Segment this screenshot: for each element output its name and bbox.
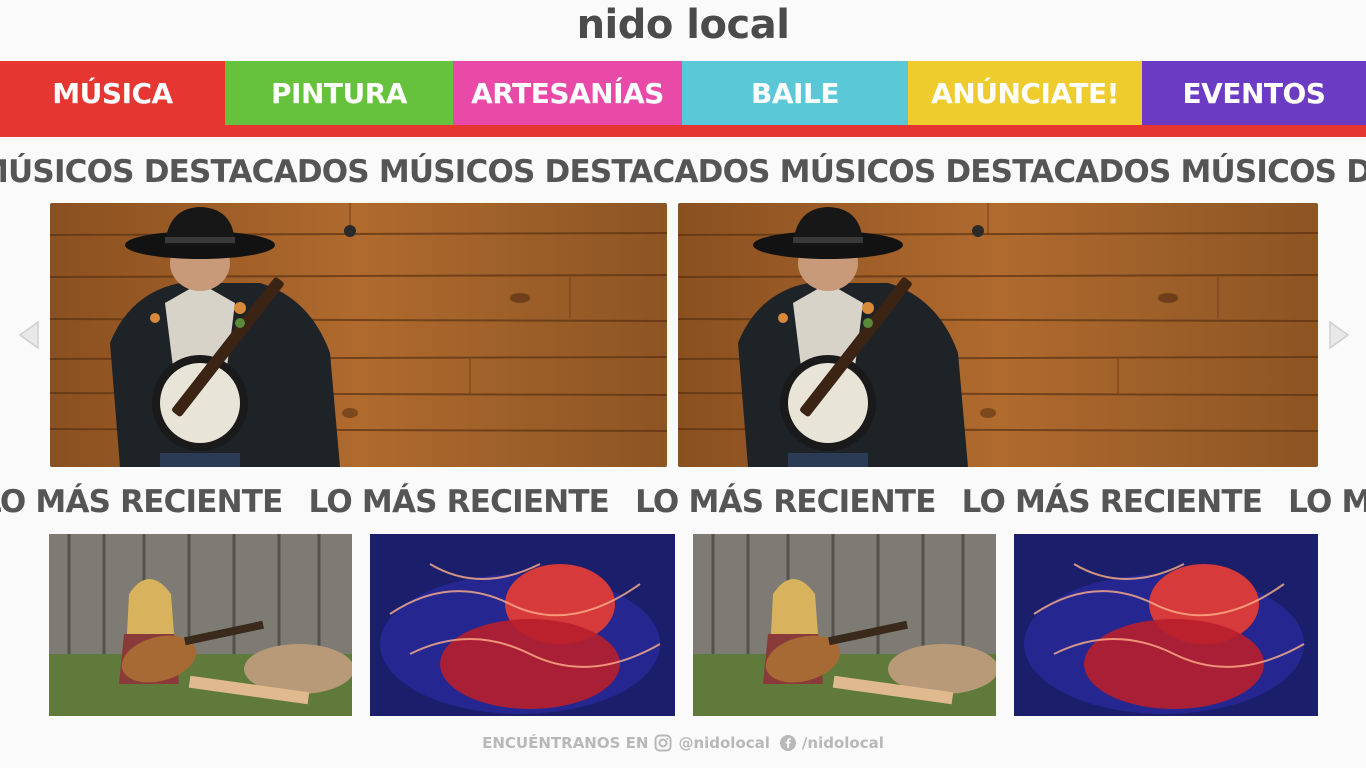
- recent-item-red-light-portrait[interactable]: [370, 534, 675, 716]
- featured-heading: MÚSICOS DESTACADOS: [779, 154, 1181, 190]
- carousel-next-button[interactable]: [1324, 320, 1352, 350]
- recent-heading: LO MÁS RECIENTE: [308, 484, 610, 520]
- recent-item-red-light-portrait[interactable]: [1014, 534, 1318, 716]
- site-title[interactable]: nido local: [0, 0, 1366, 50]
- red-light-portrait-image: [370, 534, 675, 716]
- main-nav: MÚSICA PINTURA ARTESANÍAS BAILE ANÚNCIAT…: [0, 61, 1366, 137]
- featured-slide-banjo-player[interactable]: [678, 203, 1318, 467]
- nav-item-anunciate[interactable]: ANÚNCIATE!: [908, 61, 1142, 125]
- chevron-left-icon: [18, 320, 39, 350]
- nav-item-artesanias[interactable]: ARTESANÍAS: [453, 61, 682, 125]
- recent-marquee: LO MÁS RECIENTE LO MÁS RECIENTE LO MÁS R…: [0, 480, 1366, 524]
- nav-item-eventos[interactable]: EVENTOS: [1142, 61, 1366, 125]
- carousel-prev-button[interactable]: [16, 320, 44, 350]
- instagram-link[interactable]: @nidolocal: [678, 734, 769, 752]
- nav-item-baile[interactable]: BAILE: [682, 61, 908, 125]
- recent-heading: LO MÁS RECIENTE: [635, 484, 936, 520]
- guitarist-image: [693, 534, 996, 716]
- recent-heading: LO MÁS RECIENTE: [1288, 484, 1366, 520]
- nav-item-musica[interactable]: MÚSICA: [0, 61, 225, 125]
- recent-item-guitarist[interactable]: [693, 534, 996, 716]
- featured-heading: MÚSICOS DESTACADOS: [1180, 154, 1366, 190]
- facebook-link[interactable]: /nidolocal: [802, 734, 884, 752]
- facebook-icon[interactable]: [779, 735, 796, 751]
- banjo-player-image: [678, 203, 1318, 467]
- featured-heading: MÚSICOS DESTACADOS: [0, 154, 379, 190]
- recent-item-guitarist[interactable]: [49, 534, 352, 716]
- footer-find-us: ENCUÉNTRANOS EN: [482, 734, 649, 752]
- featured-slide-banjo-player[interactable]: [50, 203, 667, 467]
- recent-heading: LO MÁS RECIENTE: [961, 484, 1263, 520]
- red-light-portrait-image: [1014, 534, 1318, 716]
- featured-heading: MÚSICOS DESTACADOS: [378, 154, 780, 190]
- guitarist-image: [49, 534, 352, 716]
- instagram-icon[interactable]: [654, 734, 672, 752]
- chevron-right-icon: [1329, 320, 1350, 350]
- footer: ENCUÉNTRANOS EN @nidolocal /nidolocal: [0, 730, 1366, 756]
- nav-item-pintura[interactable]: PINTURA: [225, 61, 453, 125]
- recent-heading: LO MÁS RECIENTE: [0, 484, 283, 520]
- banjo-player-image: [50, 203, 667, 467]
- featured-marquee: MÚSICOS DESTACADOS MÚSICOS DESTACADOS MÚ…: [0, 150, 1366, 194]
